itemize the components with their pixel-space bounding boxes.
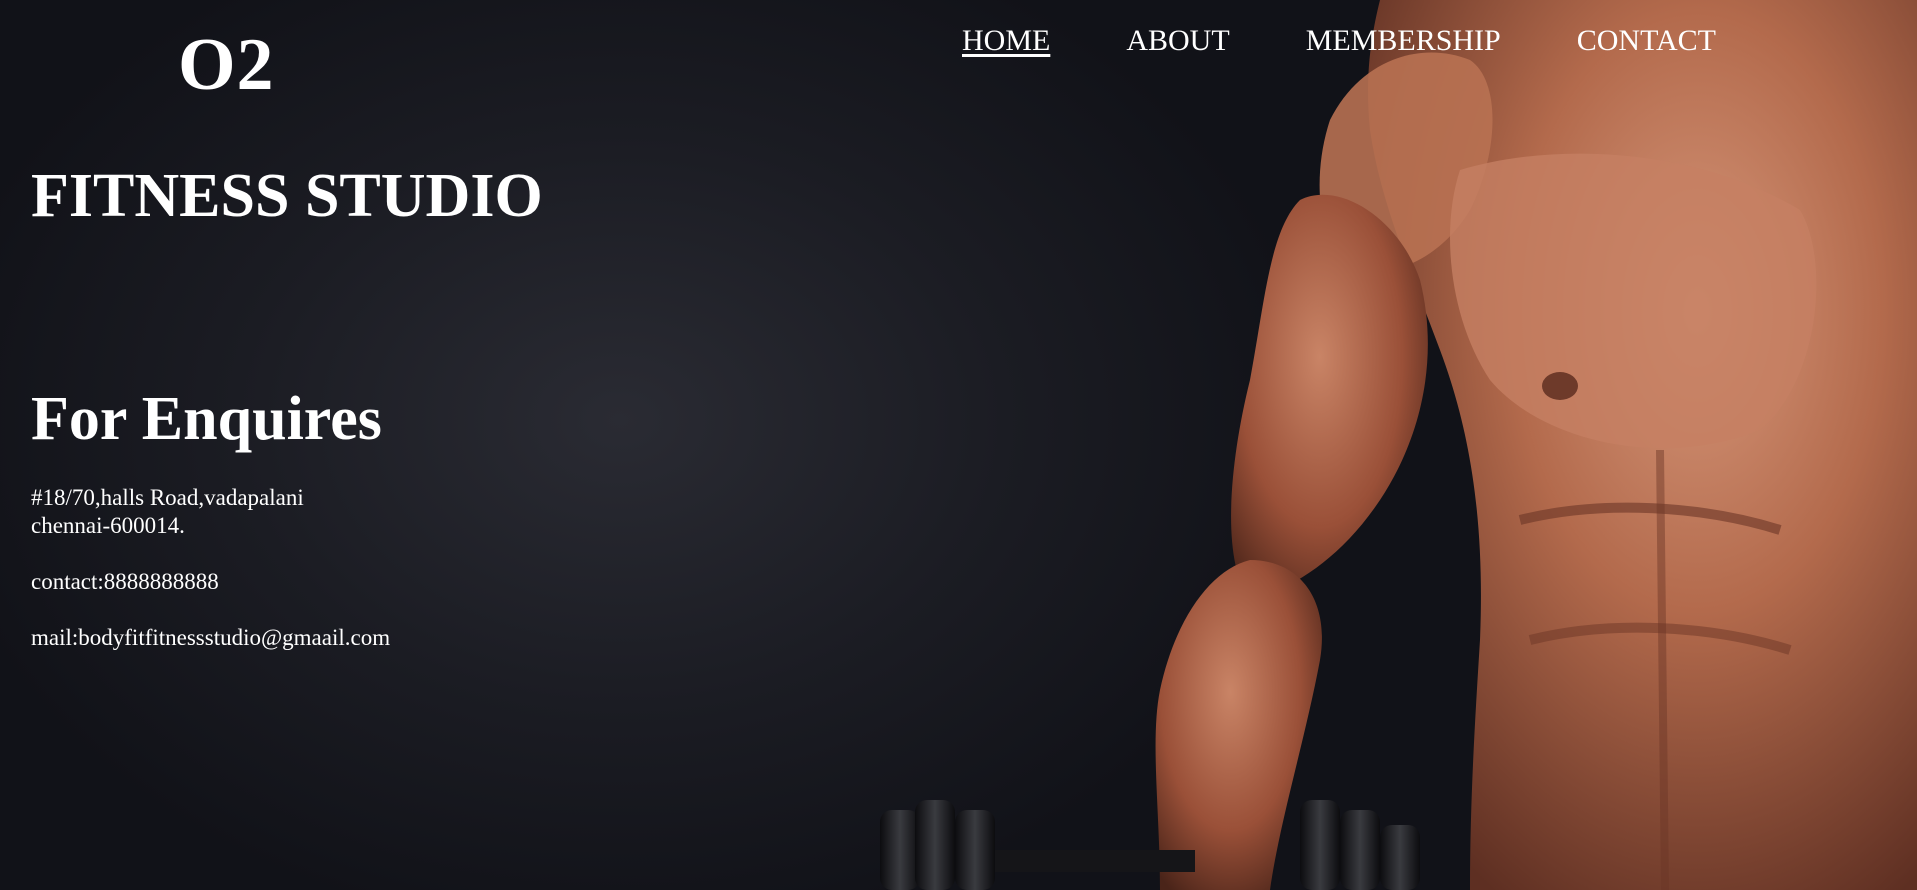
main-nav: HOME ABOUT MEMBERSHIP CONTACT xyxy=(962,24,1716,58)
brand-logo: O2 xyxy=(178,24,275,106)
contact-email: mail:bodyfitfitnessstudio@gmaail.com xyxy=(31,625,391,650)
enquiry-info: #18/70,halls Road,vadapalani chennai-600… xyxy=(31,484,390,652)
address-line-1: #18/70,halls Road,vadapalani xyxy=(31,485,304,510)
address-line-2: chennai-600014. xyxy=(31,513,185,538)
nav-item-about: ABOUT xyxy=(1126,24,1229,58)
hero-section: O2 FITNESS STUDIO HOME ABOUT MEMBERSHIP … xyxy=(0,0,1917,890)
nav-item-contact: CONTACT xyxy=(1577,24,1716,58)
enquiry-heading: For Enquires xyxy=(31,385,382,453)
nav-link-membership[interactable]: MEMBERSHIP xyxy=(1306,24,1501,57)
nav-item-home: HOME xyxy=(962,24,1050,58)
nav-link-contact[interactable]: CONTACT xyxy=(1577,24,1716,57)
nav-link-about[interactable]: ABOUT xyxy=(1126,24,1229,57)
brand-subtitle: FITNESS STUDIO xyxy=(31,162,543,230)
nav-item-membership: MEMBERSHIP xyxy=(1306,24,1501,58)
contact-phone: contact:8888888888 xyxy=(31,569,219,594)
nav-link-home[interactable]: HOME xyxy=(962,24,1050,57)
